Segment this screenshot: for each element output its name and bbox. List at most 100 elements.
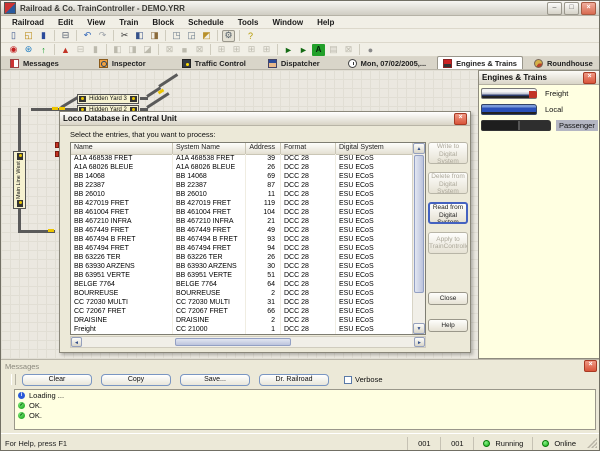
table-row[interactable]: BB 461004 FRETBB 461004 FRET104DCC 28ESU… — [71, 208, 412, 217]
table-row[interactable]: BB 467494 FRETBB 467494 FRET94DCC 28ESU … — [71, 244, 412, 253]
messages-close-icon[interactable] — [584, 360, 597, 372]
tab-clock[interactable]: Mon, 07/02/2005,... — [343, 57, 431, 69]
minimize-icon[interactable] — [547, 2, 562, 15]
close-window-icon[interactable] — [581, 2, 596, 15]
start-schedule-icon[interactable]: ► — [282, 44, 295, 56]
vertical-scrollbar-thumb[interactable] — [414, 155, 424, 293]
menu-edit[interactable]: Edit — [51, 18, 80, 27]
help-icon[interactable]: ? — [244, 30, 257, 42]
print-icon[interactable]: ⊟ — [59, 30, 72, 42]
start-all-schedules-icon[interactable]: ► — [297, 44, 310, 56]
messages-clear-button[interactable]: Clear — [22, 374, 92, 386]
tab-dispatcher[interactable]: Dispatcher — [263, 57, 325, 69]
terminate-schedule-icon[interactable]: ⊠ — [342, 44, 355, 56]
column-header[interactable]: Address — [246, 143, 281, 154]
tab-inspector[interactable]: Inspector — [94, 57, 151, 69]
copy-icon[interactable]: ◧ — [133, 30, 146, 42]
table-row[interactable]: BB 14068BB 1406869DCC 28ESU ECoS — [71, 172, 412, 181]
engine-item-local[interactable]: Local — [479, 101, 599, 117]
tab-roundhouse[interactable]: Roundhouse — [529, 57, 598, 69]
paste-icon[interactable]: ◨ — [148, 30, 161, 42]
engine-item-passenger[interactable]: Passenger — [479, 117, 599, 133]
help-button[interactable]: Help — [428, 319, 468, 332]
table-row[interactable]: BB 427019 FRETBB 427019 FRET119DCC 28ESU… — [71, 199, 412, 208]
scroll-left-icon[interactable] — [71, 337, 82, 347]
verbose-checkbox[interactable] — [344, 376, 352, 384]
table-row[interactable]: BB 26010BB 2601011DCC 28ESU ECoS — [71, 190, 412, 199]
resize-grip[interactable] — [587, 438, 597, 448]
scroll-down-icon[interactable] — [413, 323, 425, 334]
messages-save-button[interactable]: Save... — [180, 374, 250, 386]
vertical-scrollbar[interactable] — [412, 143, 425, 334]
tab-engines[interactable]: Engines & Trains — [437, 56, 523, 69]
menu-railroad[interactable]: Railroad — [5, 18, 51, 27]
block-tool-3-icon[interactable]: ◪ — [141, 44, 154, 56]
menu-tools[interactable]: Tools — [231, 18, 266, 27]
block-tool-1-icon[interactable]: ◧ — [111, 44, 124, 56]
apply-to-traincontroller-button[interactable]: Apply to TrainController — [428, 232, 468, 254]
turnout-indicator[interactable] — [52, 107, 58, 110]
scroll-up-icon[interactable] — [413, 143, 425, 154]
write-to-digital-system-button[interactable]: Write to Digital System — [428, 142, 468, 164]
column-header[interactable]: Digital System — [336, 143, 412, 154]
pause-schedule-icon[interactable]: ▤ — [327, 44, 340, 56]
properties-icon[interactable]: ◩ — [200, 30, 213, 42]
column-header[interactable]: System Name — [173, 143, 246, 154]
engine-item-freight[interactable]: Freight — [479, 85, 599, 101]
table-row[interactable]: DRAISINEDRAISINE2DCC 28ESU ECoS — [71, 316, 412, 325]
open-folder-icon[interactable]: ◱ — [22, 30, 35, 42]
turnout-indicator[interactable] — [59, 107, 65, 110]
menu-window[interactable]: Window — [265, 18, 310, 27]
messages-dr-railroad-button[interactable]: Dr. Railroad — [259, 374, 329, 386]
route-clear-icon[interactable]: ⊠ — [163, 44, 176, 56]
table-row[interactable]: BB 63951 VERTEBB 63951 VERTE51DCC 28ESU … — [71, 271, 412, 280]
arrange-up-icon[interactable]: ◳ — [170, 30, 183, 42]
table-row[interactable]: A1A 468538 FRETA1A 468538 FRET39DCC 28ES… — [71, 154, 412, 163]
stop-all-icon[interactable]: ● — [364, 44, 377, 56]
edit-mode-wrench-icon[interactable]: ⚙ — [222, 30, 235, 42]
print-log-icon[interactable]: ⊟ — [74, 44, 87, 56]
table-row[interactable]: BB 22387BB 2238787DCC 28ESU ECoS — [71, 181, 412, 190]
restore-icon[interactable] — [564, 2, 579, 15]
table-row[interactable]: BB 467210 INFRABB 467210 INFRA21DCC 28ES… — [71, 217, 412, 226]
shift-down-icon[interactable]: ⊞ — [260, 44, 273, 56]
horizontal-scrollbar[interactable] — [70, 336, 426, 348]
tab-traffic[interactable]: Traffic Control — [177, 57, 251, 69]
new-file-icon[interactable]: ▯ — [7, 30, 20, 42]
conductor-cap-icon[interactable]: ▲ — [59, 44, 72, 56]
undo-icon[interactable]: ↶ — [81, 30, 94, 42]
signal-icon[interactable]: ◉ — [7, 44, 20, 56]
scroll-right-icon[interactable] — [414, 337, 425, 347]
table-row[interactable]: BB 467449 FRETBB 467449 FRET49DCC 28ESU … — [71, 226, 412, 235]
route-cancel-icon[interactable]: ⊠ — [193, 44, 206, 56]
table-row[interactable]: CC 72030 MULTICC 72030 MULTI31DCC 28ESU … — [71, 298, 412, 307]
engines-panel-close-icon[interactable] — [583, 72, 596, 84]
delete-from-digital-system-button[interactable]: Delete from Digital System — [428, 172, 468, 194]
table-row[interactable]: BB 63226 TERBB 63226 TER26DCC 28ESU ECoS — [71, 253, 412, 262]
block-main-line-west[interactable]: Main Line West — [13, 151, 26, 209]
table-row[interactable]: BOURREUSEBOURREUSE2DCC 28ESU ECoS — [71, 289, 412, 298]
table-row[interactable]: CC 72067 FRETCC 72067 FRET66DCC 28ESU EC… — [71, 307, 412, 316]
autopilot-icon[interactable]: A — [312, 44, 325, 56]
column-header[interactable]: Format — [281, 143, 336, 154]
menu-help[interactable]: Help — [310, 18, 341, 27]
cut-icon[interactable]: ✂ — [118, 30, 131, 42]
redo-icon[interactable]: ↷ — [96, 30, 109, 42]
turntable-wheel-icon[interactable]: ⊛ — [22, 44, 35, 56]
save-icon[interactable]: ▮ — [37, 30, 50, 42]
table-row[interactable]: FreightCC 210001DCC 28ESU ECoS — [71, 325, 412, 334]
route-set-icon[interactable]: ■ — [178, 44, 191, 56]
column-header[interactable]: Name — [71, 143, 173, 154]
table-row[interactable]: BB 63930 ARZENSBB 63930 ARZENS30DCC 28ES… — [71, 262, 412, 271]
table-row[interactable]: BB 467494 B FRETBB 467494 B FRET93DCC 28… — [71, 235, 412, 244]
dialog-close-icon[interactable] — [454, 113, 467, 125]
read-from-digital-system-button[interactable]: Read from Digital System — [428, 202, 468, 224]
table-row[interactable]: BELGE 7764BELGE 776464DCC 28ESU ECoS — [71, 280, 412, 289]
messages-copy-button[interactable]: Copy — [101, 374, 171, 386]
arrange-down-icon[interactable]: ◲ — [185, 30, 198, 42]
close-button[interactable]: Close — [428, 292, 468, 305]
save-log-icon[interactable]: ▮ — [89, 44, 102, 56]
menu-block[interactable]: Block — [145, 18, 181, 27]
horizontal-scrollbar-thumb[interactable] — [175, 338, 291, 346]
power-on-icon[interactable]: ↑ — [37, 44, 50, 56]
